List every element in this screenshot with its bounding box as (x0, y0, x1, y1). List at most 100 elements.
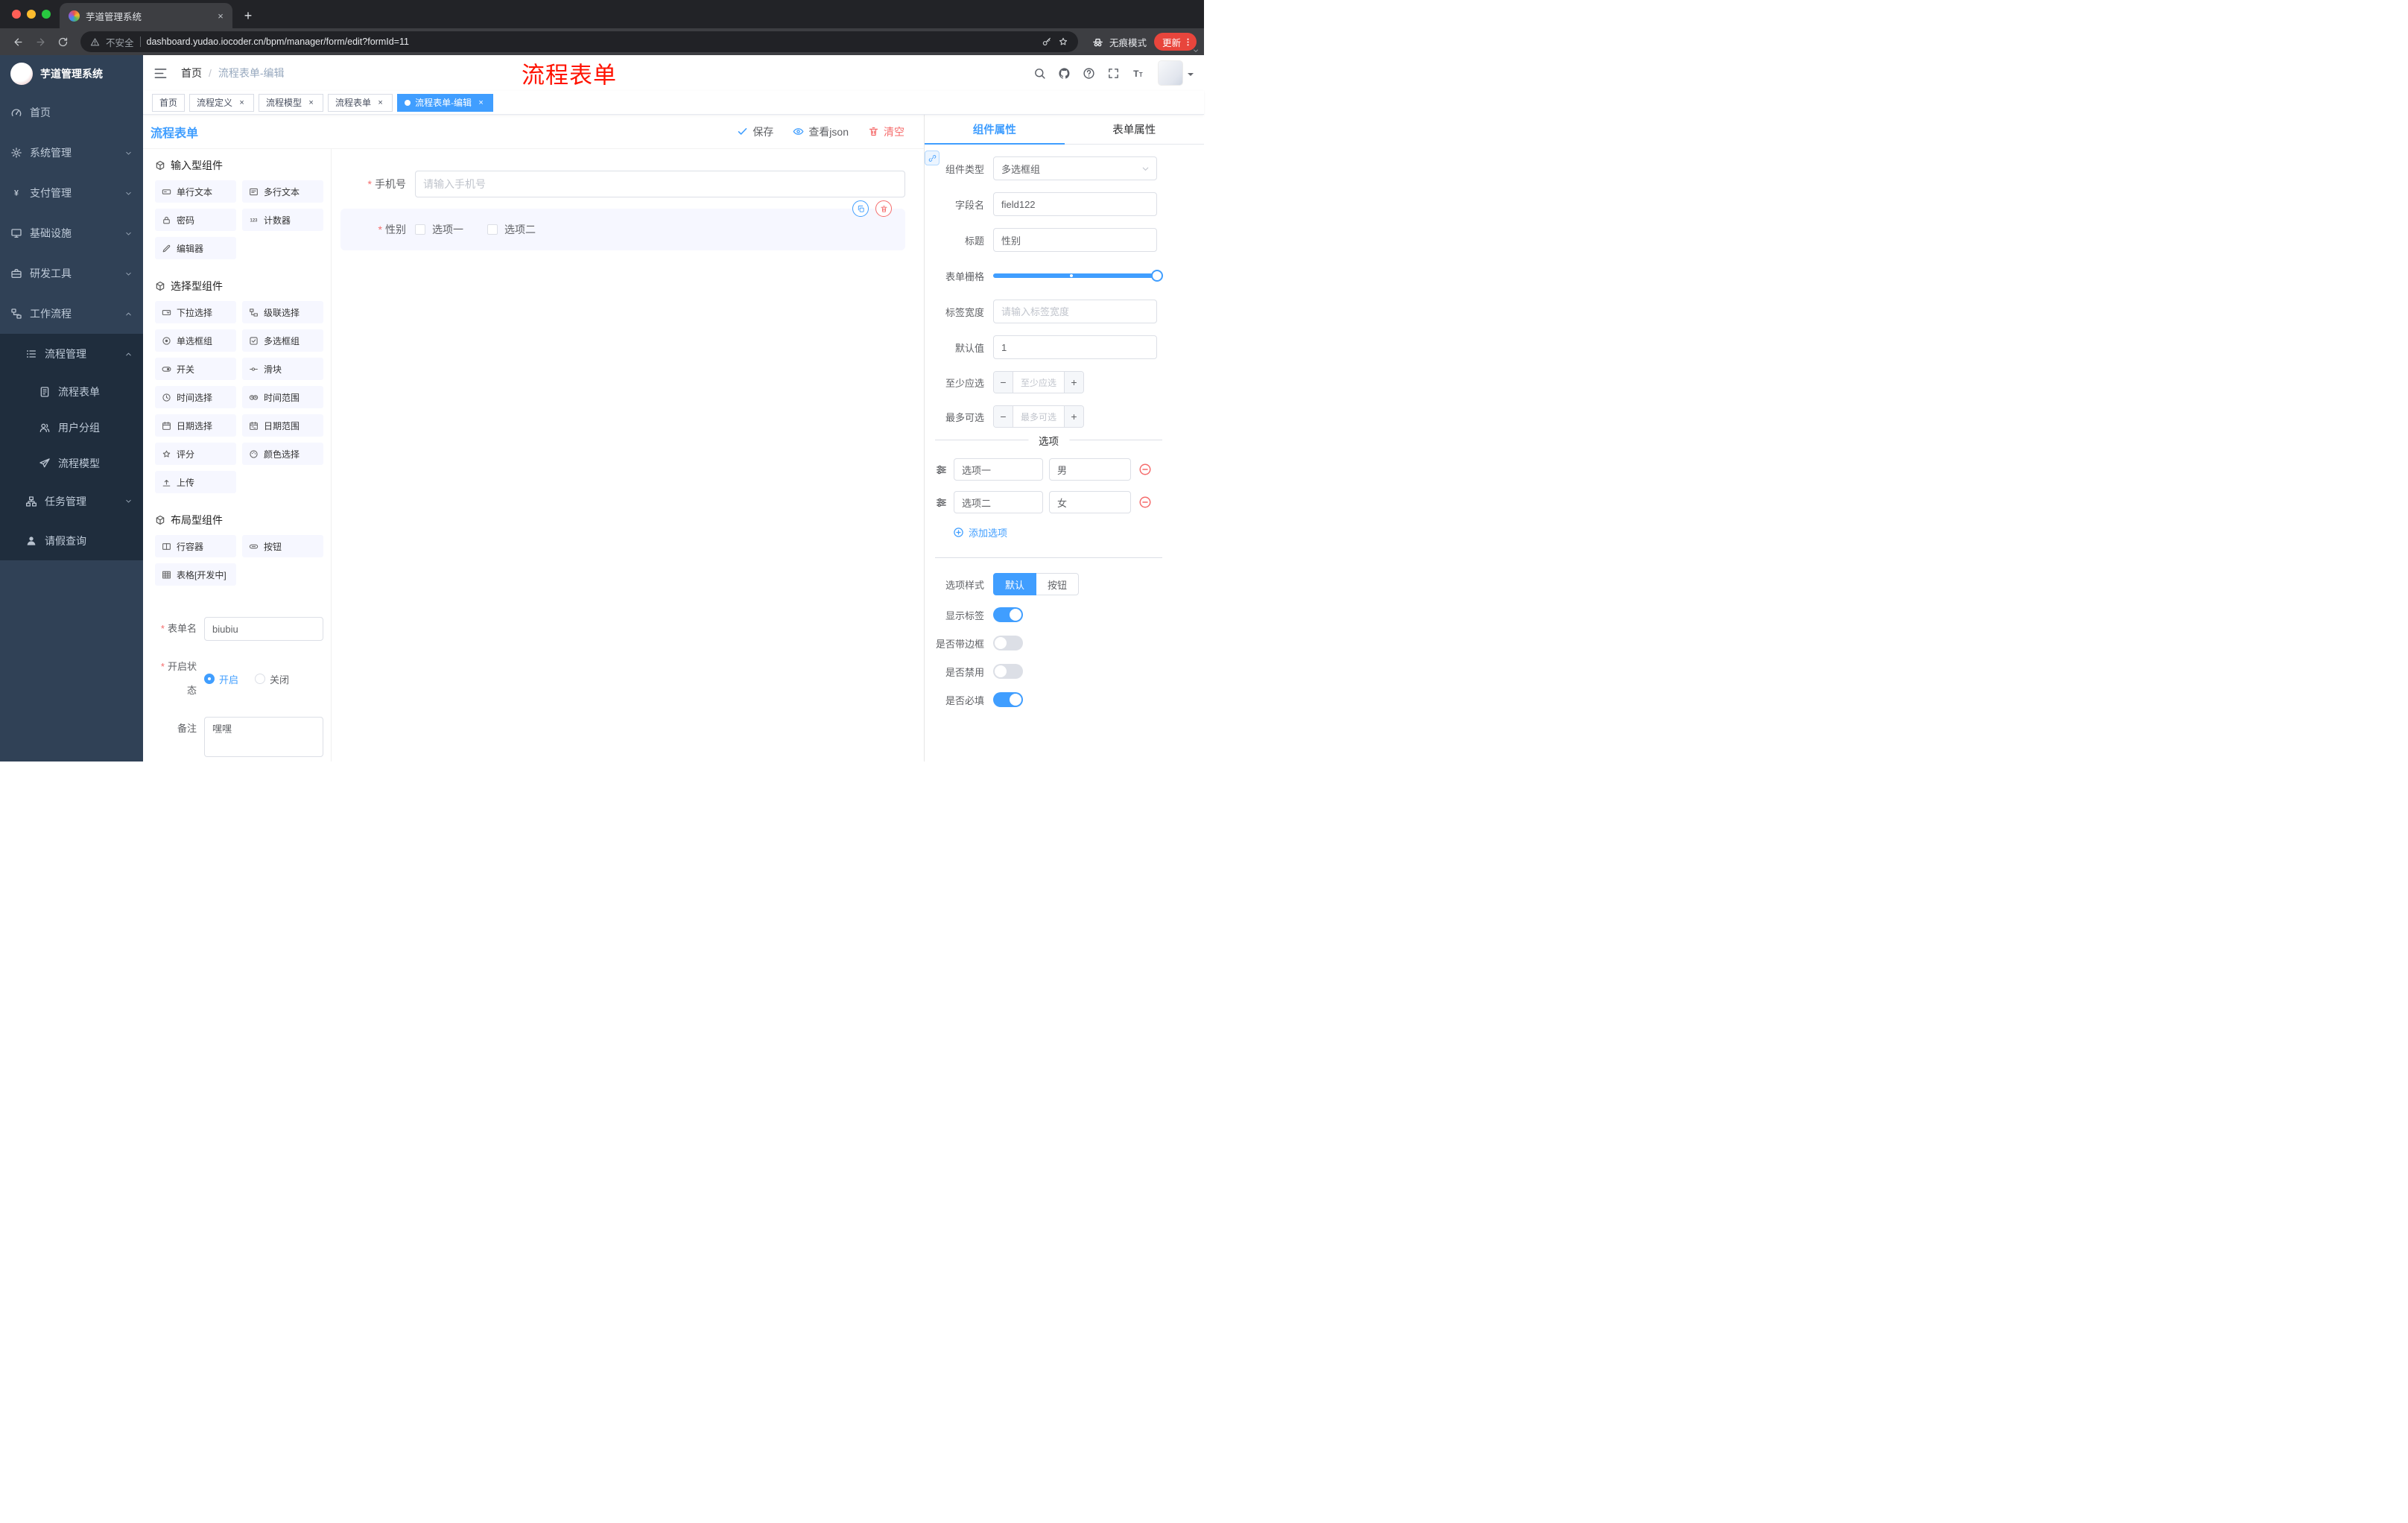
copy-field-button[interactable] (852, 200, 869, 217)
component-item-date-picker[interactable]: 日期选择 (155, 414, 236, 437)
window-close-button[interactable] (12, 10, 21, 19)
component-item-switch[interactable]: 开关 (155, 358, 236, 380)
window-zoom-button[interactable] (42, 10, 51, 19)
component-item-single-text[interactable]: 单行文本 (155, 180, 236, 203)
url-text[interactable]: dashboard.yudao.iocoder.cn/bpm/manager/f… (147, 37, 409, 47)
option-value-input[interactable] (1049, 491, 1131, 513)
app-logo[interactable]: 芋道管理系统 (0, 55, 143, 92)
component-item-table[interactable]: 表格[开发中] (155, 563, 236, 586)
max-select-placeholder[interactable]: 最多可选 (1013, 406, 1064, 427)
tag-home[interactable]: 首页 (152, 93, 186, 112)
new-tab-button[interactable]: + (238, 6, 258, 25)
update-browser-button[interactable]: 更新 (1153, 33, 1197, 51)
max-select-stepper[interactable]: − 最多可选 + (993, 405, 1084, 428)
form-canvas[interactable]: 手机号 性别 (332, 149, 924, 762)
collapse-sidebar-icon[interactable] (153, 66, 168, 80)
component-type-select[interactable]: 多选框组 (993, 156, 1157, 180)
sidebar-item-leave-query[interactable]: 请假查询 (0, 521, 143, 560)
slider-handle[interactable] (1151, 270, 1163, 282)
tag-process-form-edit[interactable]: 流程表单-编辑 × (397, 93, 494, 112)
tag-close-icon[interactable]: × (376, 98, 385, 107)
sidebar-item-payment[interactable]: ¥ 支付管理 (0, 173, 143, 213)
tag-process-model[interactable]: 流程模型 × (259, 93, 324, 112)
component-item-radio-group[interactable]: 单选框组 (155, 329, 236, 352)
phone-input[interactable] (415, 171, 905, 197)
drag-handle-icon[interactable] (935, 496, 948, 509)
gender-option-2-checkbox[interactable]: 选项二 (487, 222, 536, 237)
address-bar[interactable]: 不安全 dashboard.yudao.iocoder.cn/bpm/manag… (80, 31, 1078, 52)
tab-component-props[interactable]: 组件属性 (925, 115, 1065, 145)
component-item-time-picker[interactable]: 时间选择 (155, 386, 236, 408)
drag-handle-icon[interactable] (935, 463, 948, 476)
sidebar-item-task-management[interactable]: 任务管理 (0, 481, 143, 521)
option-value-input[interactable] (1049, 458, 1131, 481)
show-label-toggle[interactable] (993, 607, 1023, 622)
sidebar-item-infrastructure[interactable]: 基础设施 (0, 213, 143, 253)
delete-field-button[interactable] (875, 200, 892, 217)
status-closed-radio[interactable]: 关闭 (255, 672, 289, 686)
field-name-input[interactable] (993, 192, 1157, 216)
component-item-upload[interactable]: 上传 (155, 471, 236, 493)
reload-button[interactable] (52, 31, 73, 52)
sidebar-item-user-group[interactable]: 用户分组 (0, 410, 143, 446)
title-input[interactable] (993, 228, 1157, 252)
tag-close-icon[interactable]: × (237, 98, 247, 107)
component-item-date-range[interactable]: 日期范围 (242, 414, 323, 437)
breadcrumb-home[interactable]: 首页 (181, 66, 202, 80)
save-button[interactable]: 保存 (737, 124, 773, 139)
not-secure-icon[interactable] (90, 37, 100, 47)
font-size-icon[interactable]: TT (1126, 61, 1150, 86)
back-button[interactable] (7, 31, 28, 52)
form-remark-textarea[interactable]: 嘿嘿 (204, 717, 323, 757)
search-icon[interactable] (1027, 61, 1052, 86)
sidebar-item-workflow[interactable]: 工作流程 (0, 294, 143, 334)
disabled-toggle[interactable] (993, 664, 1023, 679)
browser-tab[interactable]: 芋道管理系统 × (60, 3, 232, 28)
canvas-field-gender[interactable]: 性别 选项一 选项二 (340, 200, 905, 250)
component-item-multi-text[interactable]: 多行文本 (242, 180, 323, 203)
component-item-select[interactable]: 下拉选择 (155, 301, 236, 323)
increase-button[interactable]: + (1064, 406, 1083, 427)
component-item-counter[interactable]: 123 计数器 (242, 209, 323, 231)
bookmark-star-icon[interactable] (1058, 37, 1068, 47)
forward-button[interactable] (30, 31, 51, 52)
component-item-row-container[interactable]: 行容器 (155, 535, 236, 557)
tag-close-icon[interactable]: × (306, 98, 316, 107)
bordered-toggle[interactable] (993, 636, 1023, 650)
tag-process-definition[interactable]: 流程定义 × (189, 93, 255, 112)
component-item-checkbox-group[interactable]: 多选框组 (242, 329, 323, 352)
github-icon[interactable] (1052, 61, 1077, 86)
component-item-time-range[interactable]: 时间范围 (242, 386, 323, 408)
increase-button[interactable]: + (1064, 372, 1083, 393)
password-key-icon[interactable] (1042, 37, 1052, 47)
tag-process-form[interactable]: 流程表单 × (328, 93, 393, 112)
toolbar-chevron-icon[interactable] (1192, 47, 1200, 54)
min-select-stepper[interactable]: − 至少应选 + (993, 371, 1084, 393)
component-item-password[interactable]: 密码 (155, 209, 236, 231)
tab-close-icon[interactable]: × (215, 10, 226, 22)
remove-option-button[interactable] (1138, 495, 1152, 509)
sidebar-item-process-model[interactable]: 流程模型 (0, 446, 143, 481)
component-item-button[interactable]: 按钮 (242, 535, 323, 557)
component-item-slider[interactable]: 滑块 (242, 358, 323, 380)
label-width-input[interactable] (993, 300, 1157, 323)
sidebar-item-system[interactable]: 系统管理 (0, 133, 143, 173)
link-icon[interactable] (925, 151, 940, 165)
help-icon[interactable] (1077, 61, 1101, 86)
option-label-input[interactable] (954, 491, 1043, 513)
component-item-cascader[interactable]: 级联选择 (242, 301, 323, 323)
avatar-caret-icon[interactable] (1188, 73, 1194, 79)
min-select-placeholder[interactable]: 至少应选 (1013, 372, 1064, 393)
component-item-rate[interactable]: 评分 (155, 443, 236, 465)
form-name-input[interactable] (204, 617, 323, 641)
window-minimize-button[interactable] (27, 10, 36, 19)
fullscreen-icon[interactable] (1101, 61, 1126, 86)
view-json-button[interactable]: 查看json (793, 124, 849, 139)
tag-close-icon[interactable]: × (476, 98, 486, 107)
clear-button[interactable]: 清空 (868, 124, 904, 139)
browser-menu-icon[interactable] (1183, 37, 1193, 47)
slider-rail[interactable] (993, 270, 1163, 282)
remove-option-button[interactable] (1138, 463, 1152, 476)
tab-form-props[interactable]: 表单属性 (1065, 115, 1205, 144)
component-item-color-picker[interactable]: 颜色选择 (242, 443, 323, 465)
